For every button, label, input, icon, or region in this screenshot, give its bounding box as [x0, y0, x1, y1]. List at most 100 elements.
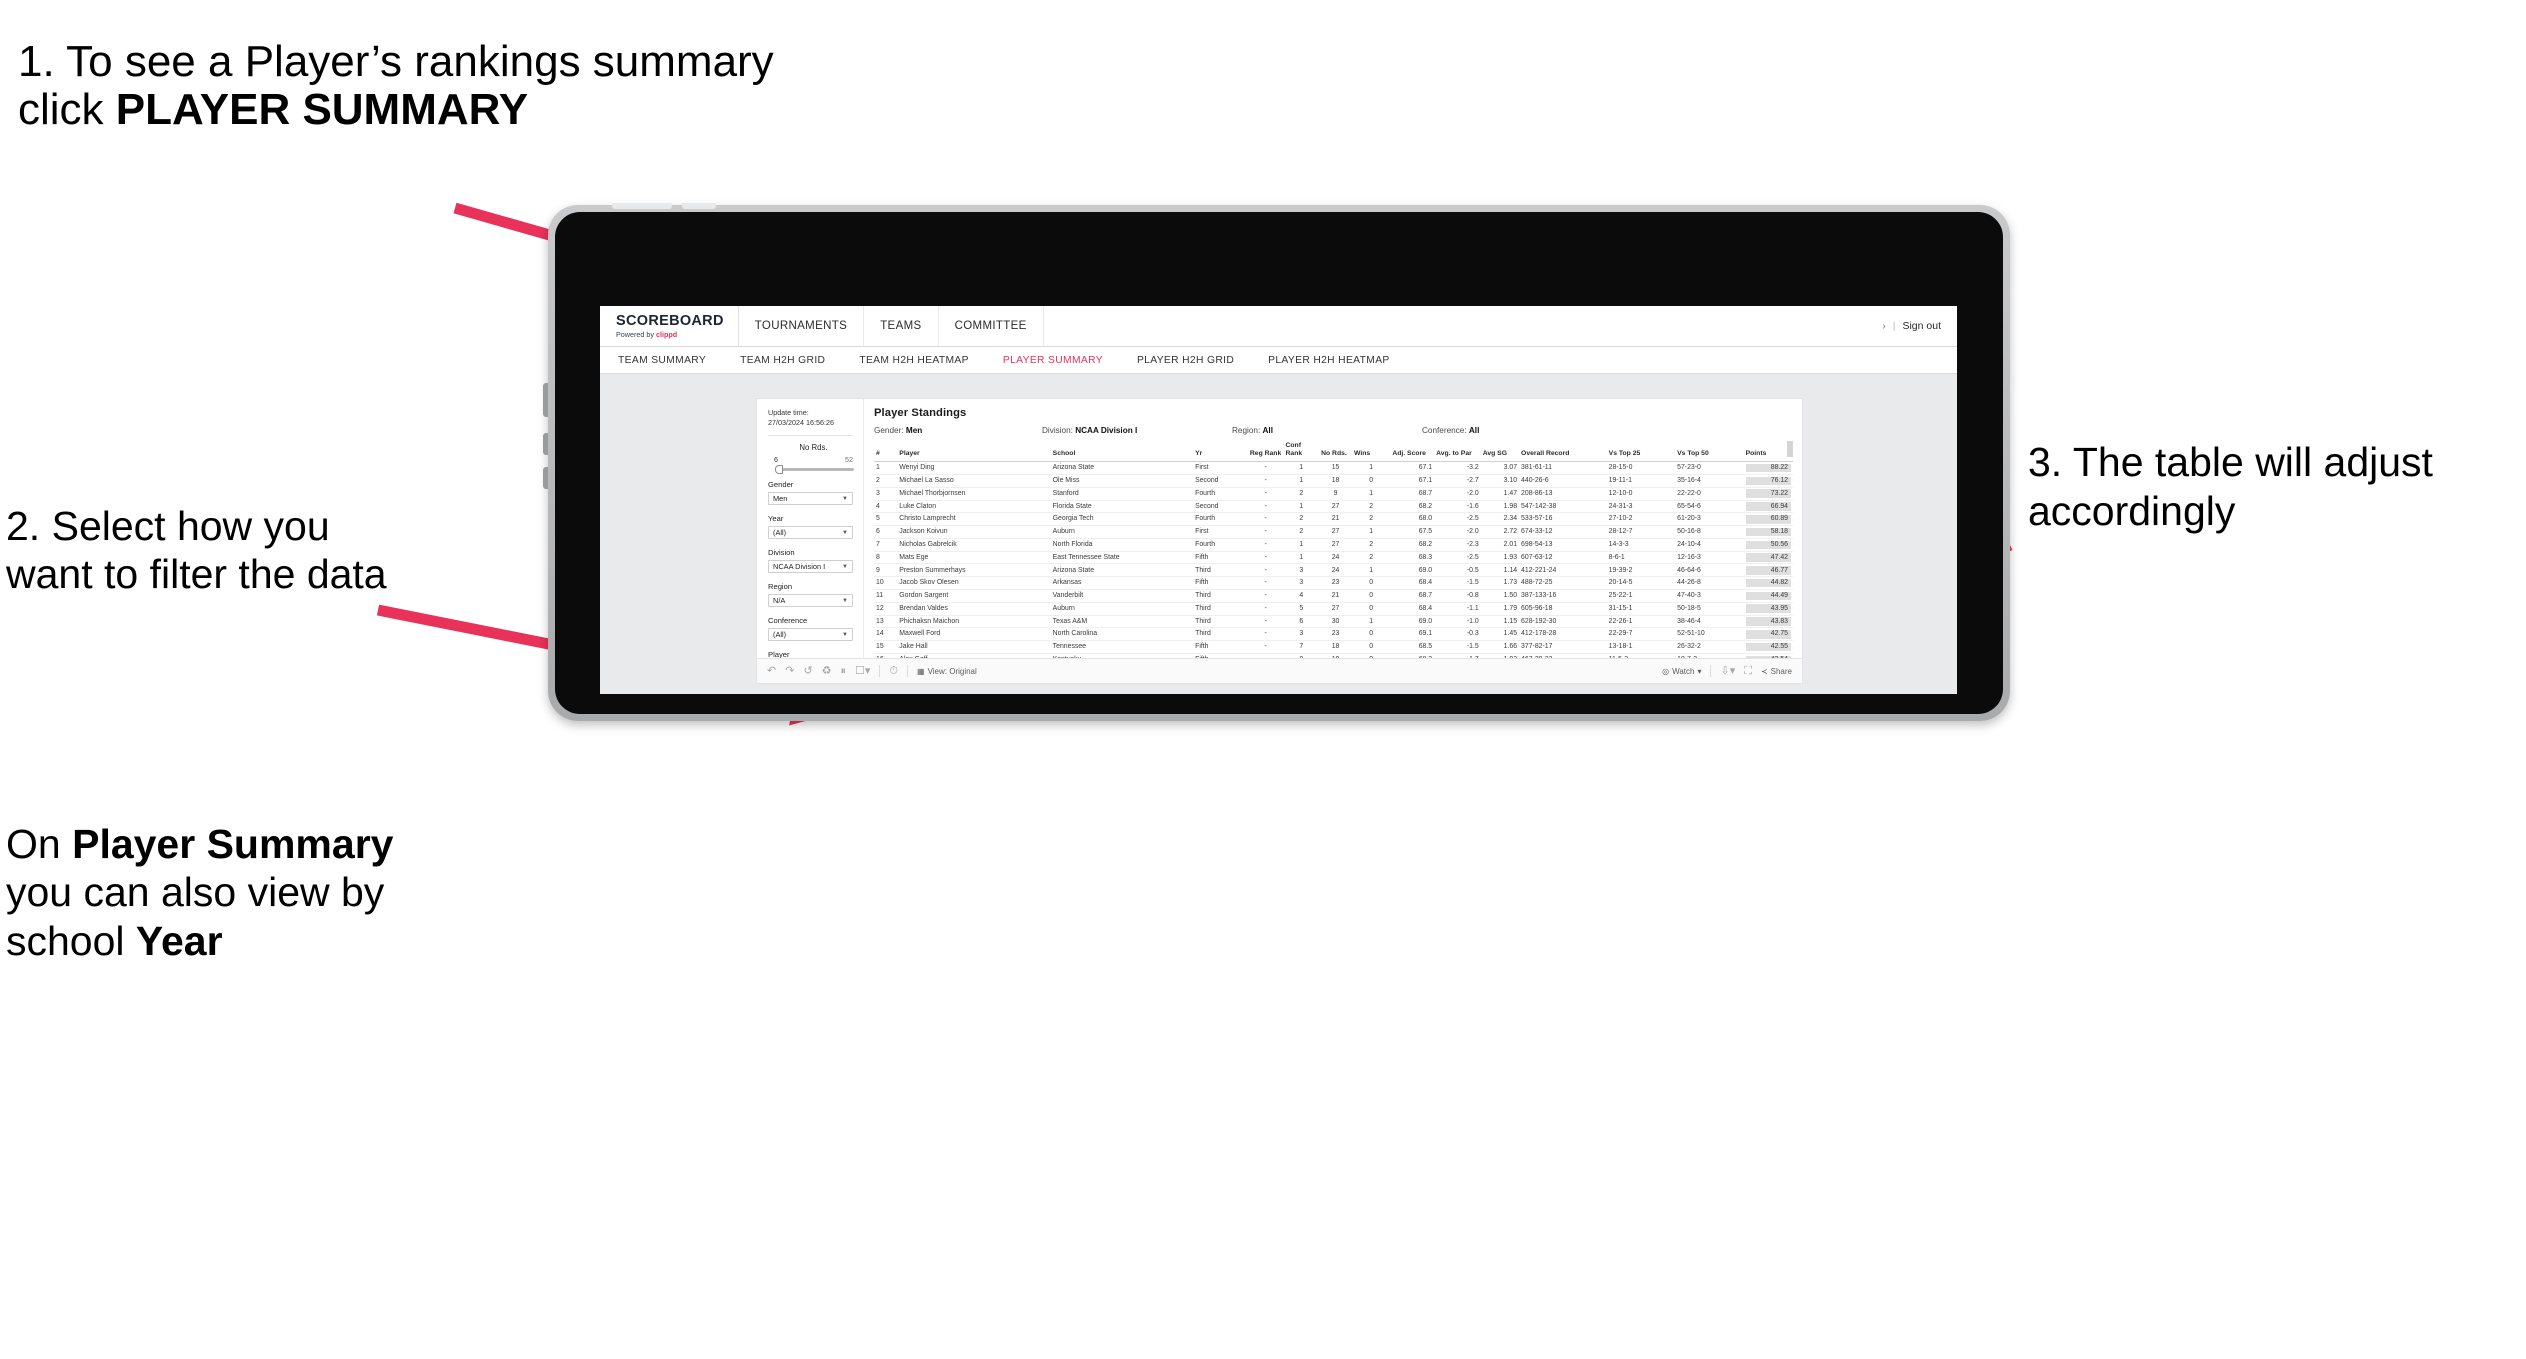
header-avg-sg[interactable]: Avg SG [1480, 441, 1520, 463]
cell-num: 9 [874, 563, 898, 578]
alerts-icon[interactable]: ⏱ [889, 665, 898, 677]
table-row[interactable]: 16Alex GoffKentuckyFifth-819068.3-1.71.9… [874, 653, 1793, 658]
cell-vs-top-25: 28-12-7 [1606, 525, 1676, 539]
header-points[interactable]: Points [1743, 441, 1793, 463]
fullscreen-icon[interactable]: ⛶ [1744, 665, 1752, 677]
filter-divider [768, 435, 853, 437]
header-school[interactable]: School [1050, 441, 1194, 463]
cell-points: 46.77 [1743, 563, 1793, 578]
undo-icon[interactable]: ↶ [767, 665, 776, 677]
cell-yr: Third [1193, 615, 1248, 629]
header-avg-to-par[interactable]: Avg. to Par [1434, 441, 1481, 463]
share-button[interactable]: ≺ Share [1761, 667, 1792, 676]
cell-overall-record: 440-26-6 [1519, 474, 1607, 488]
filter-year-select[interactable]: (All) ▼ [768, 526, 853, 540]
cell-avg-sg: 1.73 [1480, 576, 1520, 591]
cell-vs-top-25: 19-11-1 [1606, 474, 1676, 488]
refresh-icon[interactable]: ♻ [822, 665, 832, 677]
table-row[interactable]: 10 Jacob Skov Olesen Arkansas Fifth -3 23 0 68.… [874, 576, 1793, 591]
cell-vs-top-25: 28-15-0 [1606, 461, 1676, 475]
filter-region-select[interactable]: N/A ▼ [768, 594, 853, 608]
tab-player-h2h-heatmap[interactable]: PLAYER H2H HEATMAP [1268, 355, 1410, 366]
meta-conference-value: All [1468, 426, 1480, 435]
table-row[interactable]: 12 Brendan Valdes Auburn Third -5 27 0 68.4 -1.1… [874, 602, 1793, 616]
cell-no-rds: 27 [1319, 602, 1352, 616]
cell-vs-top-50: 18-7-3 [1675, 653, 1744, 658]
table-row[interactable]: 9 Preston Summerhays Arizona State Third -3 2… [874, 563, 1793, 578]
tab-team-h2h-grid[interactable]: TEAM H2H GRID [740, 355, 845, 366]
sign-out-link[interactable]: Sign out [1902, 320, 1941, 332]
header-adj-score[interactable]: Adj. Score [1390, 441, 1435, 463]
header-overall-record[interactable]: Overall Record [1519, 441, 1607, 463]
header-yr[interactable]: Yr [1193, 441, 1248, 463]
filter-division-select[interactable]: NCAA Division I ▼ [768, 560, 853, 574]
no-rounds-range: 6 52 [774, 455, 853, 464]
nav-item-teams[interactable]: TEAMS [864, 306, 939, 346]
custom-views-icon[interactable]: ☐▾ [855, 665, 870, 677]
header-num[interactable]: # [874, 441, 898, 463]
redo-icon[interactable]: ↷ [785, 665, 794, 677]
tablet-top-notch [612, 203, 672, 209]
chevron-down-icon: ▼ [842, 563, 848, 570]
brand-logo[interactable]: SCOREBOARD Powered by clippd [600, 306, 739, 346]
cell-adj-score: 68.3 [1390, 653, 1435, 658]
header-reg-rank[interactable]: Reg Rank [1247, 441, 1284, 463]
cell-yr: Fourth [1193, 487, 1248, 501]
cell-vs-top-25: 20-14-5 [1606, 576, 1676, 591]
table-row[interactable]: 15 Jake Hall Tennessee Fifth -7 18 0 68.5 -1.5 1.… [874, 640, 1793, 654]
cell-wins: 0 [1351, 640, 1391, 654]
nav-item-committee[interactable]: COMMITTEE [939, 306, 1044, 346]
cell-adj-score: 69.0 [1390, 615, 1435, 629]
cell-vs-top-50: 47-40-3 [1675, 589, 1744, 603]
tab-team-h2h-heatmap[interactable]: TEAM H2H HEATMAP [859, 355, 989, 366]
header-vs-top-50[interactable]: Vs Top 50 [1675, 441, 1744, 463]
table-row[interactable]: 3 Michael Thorbjornsen Stanford Fourth -2 9 1 6… [874, 487, 1793, 501]
cell-avg-sg: 2.72 [1480, 525, 1520, 539]
no-rounds-slider-track[interactable] [775, 465, 854, 475]
no-rounds-slider-group: No Rds. 6 52 [768, 443, 854, 475]
cell-vs-top-50: 57-23-0 [1675, 461, 1744, 475]
table-row[interactable]: 4 Luke Claton Florida State Second -1 27 2 68.2… [874, 500, 1793, 514]
vertical-scrollbar[interactable] [1787, 441, 1793, 457]
points-value: 88.22 [1745, 463, 1791, 473]
header-conf-rank[interactable]: Conf Rank [1283, 441, 1320, 463]
table-row[interactable]: 14 Maxwell Ford North Carolina Third -3 23 0 69… [874, 627, 1793, 642]
standings-table-scroll[interactable]: # Player School Yr Reg Rank Conf Rank No… [874, 441, 1793, 658]
cell-num: 11 [874, 589, 898, 603]
header-wins[interactable]: Wins [1351, 441, 1391, 463]
table-row[interactable]: 5 Christo Lamprecht Georgia Tech Fourth -2 21… [874, 512, 1793, 527]
points-value: 43.83 [1745, 617, 1791, 626]
revert-icon[interactable]: ↺ [803, 665, 812, 677]
meta-gender-value: Men [905, 426, 923, 435]
tab-team-summary[interactable]: TEAM SUMMARY [618, 355, 726, 366]
table-row[interactable]: 13 Phichaksn Maichon Texas A&M Third -6 30 1 69… [874, 615, 1793, 629]
header-vs-top-25[interactable]: Vs Top 25 [1606, 441, 1676, 463]
table-row[interactable]: 1 Wenyi Ding Arizona State First -1 15 1 67.1 -3… [874, 461, 1793, 475]
table-row[interactable]: 8 Mats Ege East Tennessee State Fifth -1 24 2 6… [874, 551, 1793, 565]
pause-icon[interactable]: ⏸ [841, 665, 847, 677]
download-icon[interactable]: ⇩▾ [1720, 665, 1735, 677]
filter-conference-select[interactable]: (All) ▼ [768, 628, 853, 642]
cell-conf-rank: 4 [1283, 589, 1320, 603]
tab-player-summary[interactable]: PLAYER SUMMARY [1003, 355, 1123, 366]
cell-num: 2 [874, 474, 898, 488]
header-no-rds[interactable]: No Rds. [1319, 441, 1352, 463]
brand-powered-prefix: Powered by [616, 329, 656, 339]
header-player[interactable]: Player [897, 441, 1051, 463]
watch-button[interactable]: ◎ Watch ▾ [1662, 667, 1701, 676]
table-row[interactable]: 7 Nicholas Gabrelcik North Florida Fourth -1… [874, 538, 1793, 552]
meta-division-value: NCAA Division I [1075, 426, 1138, 435]
view-original-button[interactable]: ▦ View: Original [917, 667, 977, 676]
filter-gender-select[interactable]: Men ▼ [768, 492, 853, 506]
table-row[interactable]: 2 Michael La Sasso Ole Miss Second -1 18 0 67.1… [874, 474, 1793, 488]
no-rounds-slider-handle[interactable] [775, 465, 783, 475]
cell-conf-rank: 8 [1283, 653, 1320, 658]
cell-vs-top-50: 38-46-4 [1675, 615, 1744, 629]
tab-player-h2h-grid[interactable]: PLAYER H2H GRID [1137, 355, 1254, 366]
table-row[interactable]: 6 Jackson Koivun Auburn First -2 27 1 67.5 -2.0 2… [874, 525, 1793, 539]
cell-player: Jacob Skov Olesen [897, 576, 1051, 591]
cell-vs-top-50: 50-16-8 [1675, 525, 1744, 539]
table-row[interactable]: 11 Gordon Sargent Vanderbilt Third -4 21 0 68.7… [874, 589, 1793, 603]
cell-points: 42.75 [1743, 627, 1793, 642]
nav-item-tournaments[interactable]: TOURNAMENTS [739, 306, 865, 346]
